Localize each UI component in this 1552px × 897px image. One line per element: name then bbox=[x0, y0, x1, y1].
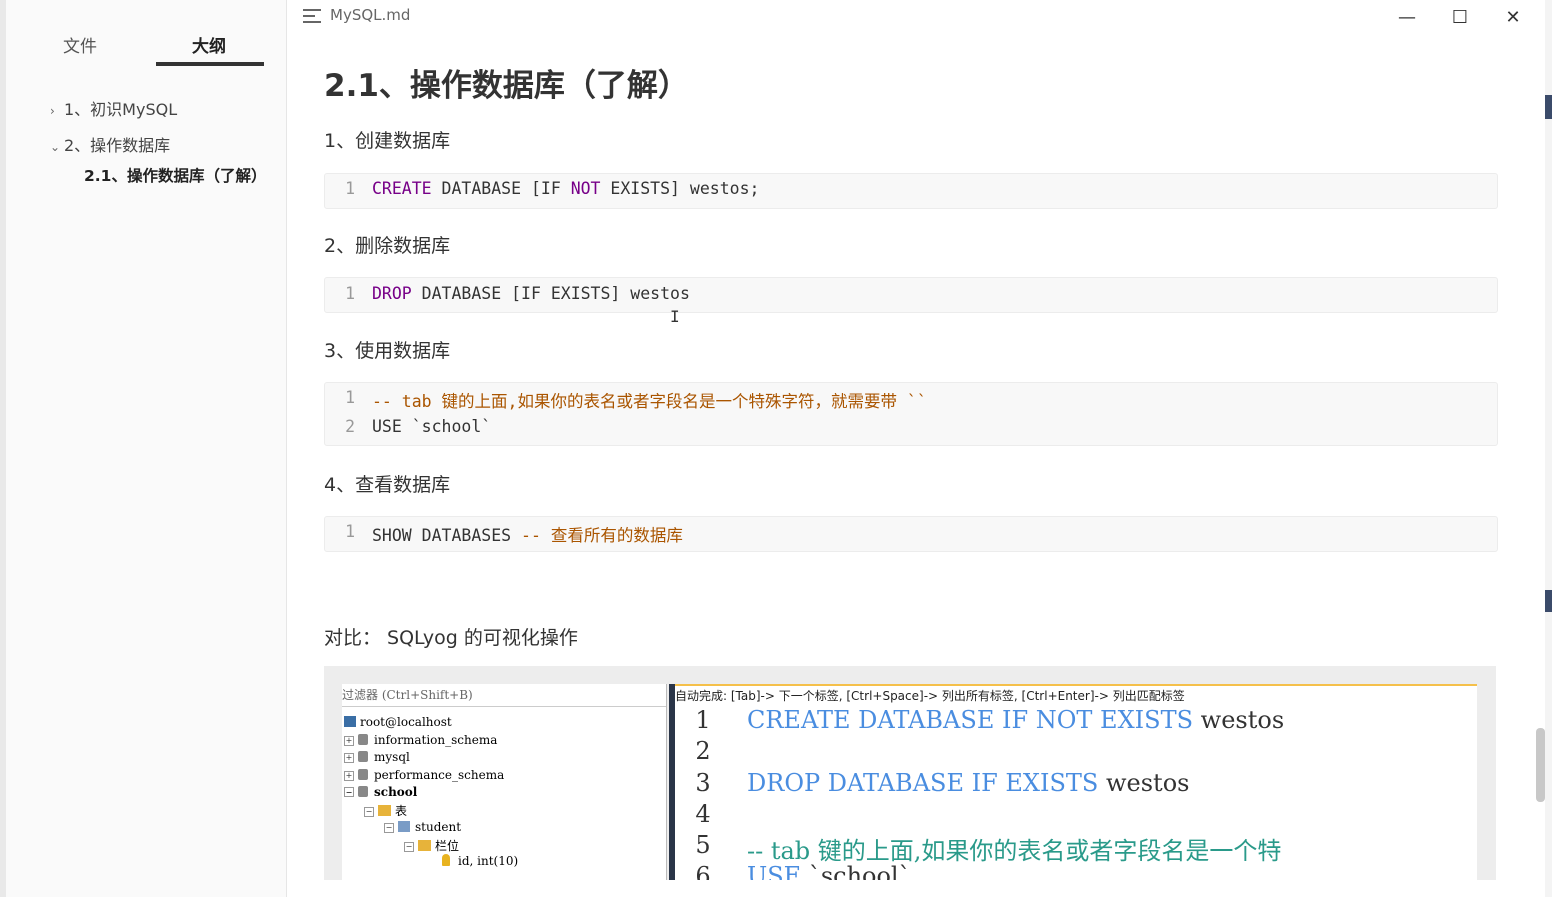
scroll-marker bbox=[1545, 590, 1552, 612]
database-icon bbox=[358, 786, 368, 797]
scrollbar-thumb[interactable] bbox=[1536, 728, 1545, 802]
code-block-drop[interactable]: 1 DROP DATABASE [IF EXISTS] westos bbox=[324, 277, 1498, 313]
outline-item-label: 1、初识MySQL bbox=[64, 100, 178, 119]
chevron-down-icon[interactable]: ⌄ bbox=[50, 140, 64, 154]
code-block-show[interactable]: 1 SHOW DATABASES -- 查看所有的数据库 bbox=[324, 516, 1498, 552]
tab-files[interactable]: 文件 bbox=[63, 32, 97, 57]
line-number: 1 bbox=[345, 284, 355, 303]
code-block-create[interactable]: 1 CREATE DATABASE [IF NOT EXISTS] westos… bbox=[324, 173, 1498, 209]
sidebar-tabs: 文件 大纲 bbox=[6, 22, 286, 68]
tree-node-tables: − 表 bbox=[364, 804, 408, 818]
compare-text: 对比： SQLyog 的可视化操作 bbox=[324, 627, 578, 649]
maximize-button[interactable]: ☐ bbox=[1447, 6, 1473, 30]
tab-outline[interactable]: 大纲 bbox=[192, 32, 226, 57]
section-create: 1、创建数据库 bbox=[324, 130, 451, 152]
server-icon bbox=[344, 716, 356, 727]
sidebar: 文件 大纲 › 1、初识MySQL ⌄ 2、操作数据库 2.1、操作数据库（了解） bbox=[6, 0, 287, 897]
close-button[interactable]: ✕ bbox=[1500, 6, 1526, 30]
sqlyog-screenshot: 过滤器 (Ctrl+Shift+B) root@localhost + infor… bbox=[324, 666, 1496, 880]
page-title: 2.1、操作数据库（了解） bbox=[324, 68, 689, 104]
code-line: CREATE DATABASE [IF NOT EXISTS] westos; bbox=[372, 179, 760, 198]
code-line: USE `school` bbox=[372, 417, 492, 436]
outline-item-label: 2、操作数据库 bbox=[64, 136, 171, 155]
section-drop: 2、删除数据库 bbox=[324, 235, 451, 257]
line-number: 2 bbox=[345, 417, 355, 436]
section-show: 4、查看数据库 bbox=[324, 474, 451, 496]
tree-node-table: − student bbox=[384, 820, 462, 834]
tree-node-db-school: − school bbox=[344, 785, 418, 799]
database-icon bbox=[358, 751, 368, 762]
database-icon bbox=[358, 734, 368, 745]
chevron-right-icon[interactable]: › bbox=[50, 104, 64, 118]
line-number: 1 bbox=[345, 179, 355, 198]
filter-input: 过滤器 (Ctrl+Shift+B) bbox=[342, 684, 666, 707]
text-cursor-icon: I bbox=[670, 307, 680, 326]
tree-node-db: + mysql bbox=[344, 750, 410, 764]
tree-node-host: root@localhost bbox=[344, 715, 452, 729]
table-icon bbox=[398, 821, 410, 832]
code-comment: -- tab 键的上面,如果你的表名或者字段名是一个特殊字符，就需要带 `` bbox=[372, 392, 927, 411]
tree-node-db: + performance_schema bbox=[344, 768, 505, 782]
scrollbar-track[interactable] bbox=[1545, 0, 1552, 897]
sqlyog-object-tree: 过滤器 (Ctrl+Shift+B) root@localhost + infor… bbox=[342, 684, 667, 880]
active-tab-indicator bbox=[156, 62, 264, 66]
line-number: 1 bbox=[345, 388, 355, 407]
title-bar: MySQL.md — ☐ ✕ bbox=[287, 0, 1545, 36]
outline-item-intro[interactable]: › 1、初识MySQL bbox=[50, 96, 177, 120]
outline-item-operate-db-sub[interactable]: 2.1、操作数据库（了解） bbox=[84, 166, 266, 187]
tree-node-db: + information_schema bbox=[344, 733, 498, 747]
autocomplete-hint: 自动完成: [Tab]-> 下一个标签, [Ctrl+Space]-> 列出所有… bbox=[675, 684, 1477, 708]
code-line: DROP DATABASE [IF EXISTS] westos bbox=[372, 284, 690, 303]
folder-icon bbox=[378, 805, 391, 816]
database-icon bbox=[358, 769, 368, 780]
menu-icon[interactable] bbox=[303, 9, 321, 23]
outline-item-operate-db[interactable]: ⌄ 2、操作数据库 bbox=[50, 132, 170, 156]
sqlyog-editor: 自动完成: [Tab]-> 下一个标签, [Ctrl+Space]-> 列出所有… bbox=[675, 684, 1477, 880]
folder-icon bbox=[418, 840, 431, 851]
code-line: SHOW DATABASES -- 查看所有的数据库 bbox=[372, 526, 683, 545]
code-block-use[interactable]: 1 -- tab 键的上面,如果你的表名或者字段名是一个特殊字符，就需要带 ``… bbox=[324, 382, 1498, 446]
tree-node-column: id, int(10) bbox=[442, 854, 518, 868]
key-icon bbox=[442, 854, 450, 866]
line-number: 1 bbox=[345, 522, 355, 541]
scroll-marker bbox=[1545, 95, 1552, 119]
minimize-button[interactable]: — bbox=[1394, 6, 1420, 30]
tree-node-columns: − 栏位 bbox=[404, 839, 460, 853]
section-use: 3、使用数据库 bbox=[324, 340, 451, 362]
document-title: MySQL.md bbox=[330, 6, 411, 24]
